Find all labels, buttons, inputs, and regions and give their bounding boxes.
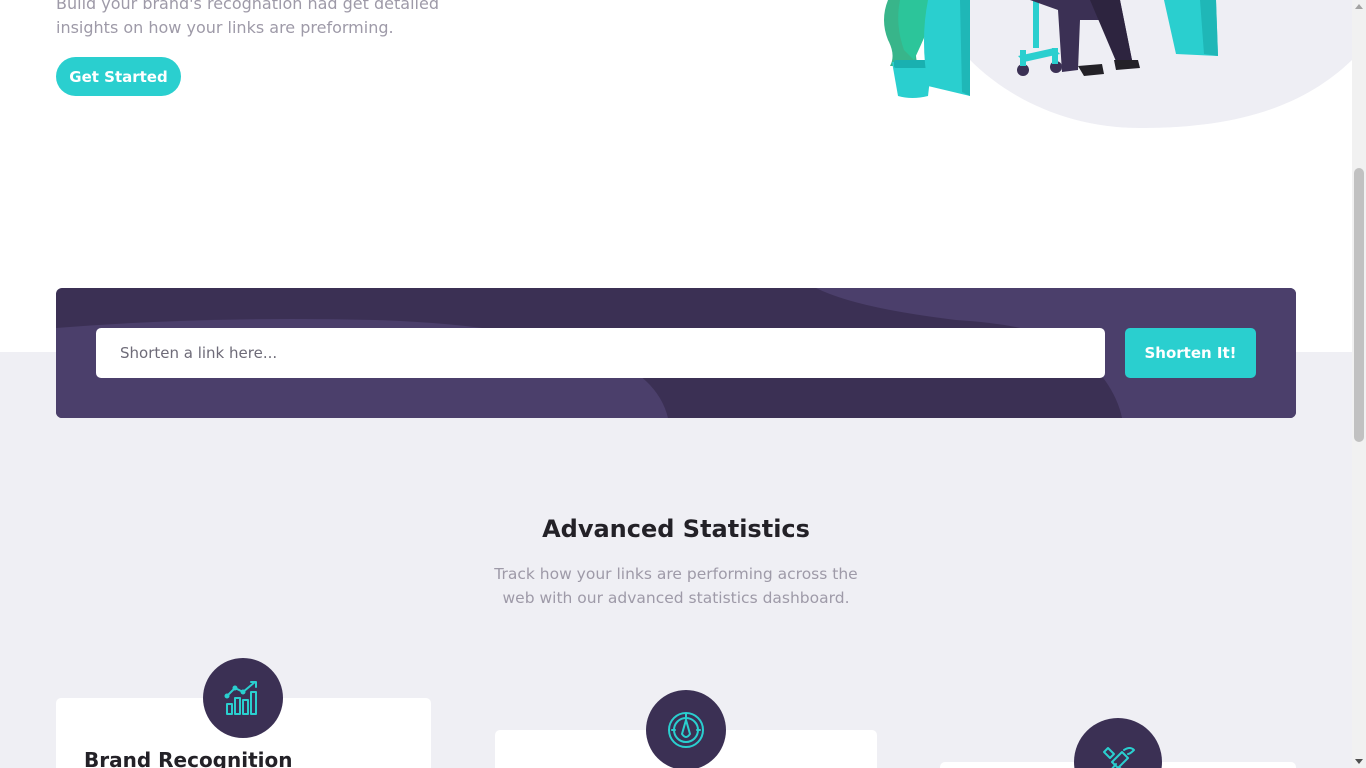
scroll-down-arrow-icon[interactable] xyxy=(1355,759,1363,764)
shorten-input[interactable] xyxy=(96,328,1105,378)
page-scrollbar[interactable] xyxy=(1352,0,1366,768)
shorten-form: Shorten It! xyxy=(56,288,1296,418)
scroll-up-arrow-icon[interactable] xyxy=(1355,4,1363,9)
section-title: Advanced Statistics xyxy=(542,515,810,543)
detailed-records-icon xyxy=(646,690,726,768)
page: Build your brand's recognation nad get d… xyxy=(0,0,1352,768)
brand-recognition-icon xyxy=(203,658,283,738)
get-started-button[interactable]: Get Started xyxy=(56,57,181,96)
scroll-thumb[interactable] xyxy=(1354,168,1364,442)
card-title-brand-recognition: Brand Recognition xyxy=(84,748,293,768)
section-subtitle: Track how your links are performing acro… xyxy=(494,565,858,607)
hero-description: Build your brand's recognation nad get d… xyxy=(56,0,439,37)
hero-illustration xyxy=(884,0,1352,128)
shorten-button[interactable]: Shorten It! xyxy=(1125,328,1256,378)
